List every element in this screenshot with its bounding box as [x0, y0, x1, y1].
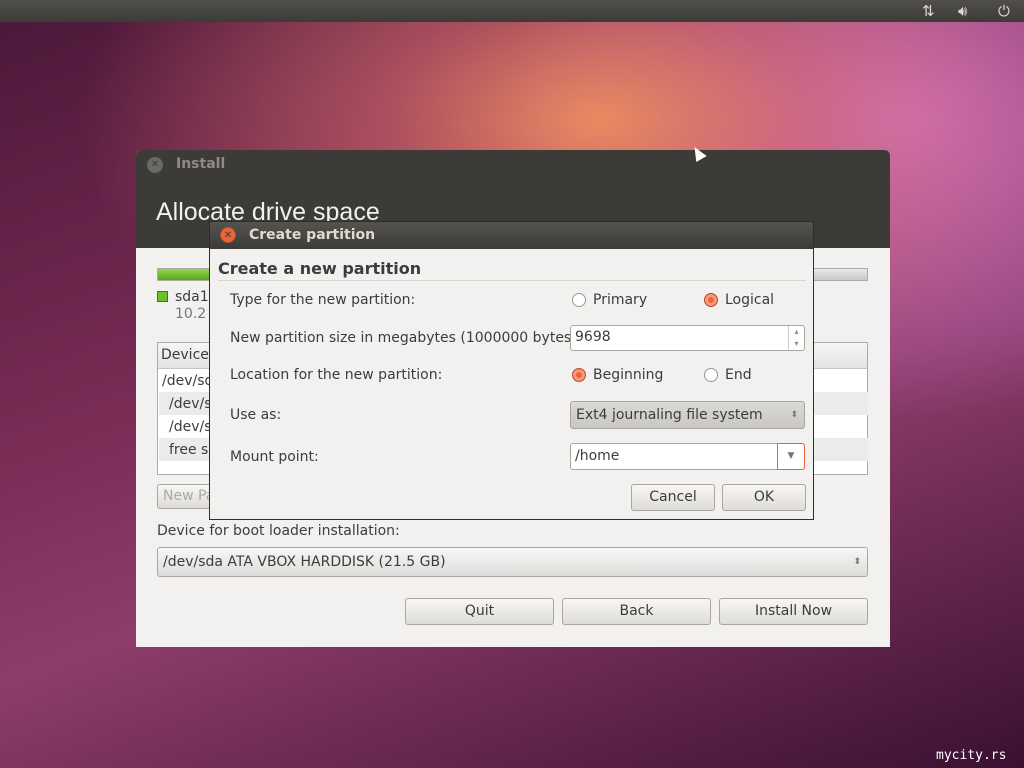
- size-input[interactable]: 9698 ▴ ▾: [570, 325, 805, 351]
- network-icon[interactable]: ⇅: [922, 2, 935, 20]
- mount-point-combo[interactable]: /home ▼: [570, 443, 805, 470]
- beginning-radio[interactable]: [572, 368, 586, 382]
- legend-swatch: [157, 291, 168, 302]
- location-label: Location for the new partition:: [230, 367, 443, 383]
- dialog-title: Create partition: [249, 227, 376, 243]
- quit-button[interactable]: Quit: [405, 598, 554, 625]
- create-partition-dialog: ✕ Create partition Create a new partitio…: [209, 221, 814, 520]
- primary-radio[interactable]: [572, 293, 586, 307]
- type-label: Type for the new partition:: [230, 292, 416, 308]
- mount-label: Mount point:: [230, 449, 319, 465]
- top-panel: ⇅ 🔊︎ ⏻: [0, 0, 1024, 22]
- dropdown-arrow-icon[interactable]: ▼: [777, 443, 805, 470]
- use-as-select[interactable]: Ext4 journaling file system ⬍: [570, 401, 805, 429]
- cancel-button[interactable]: Cancel: [631, 484, 715, 511]
- logical-radio[interactable]: [704, 293, 718, 307]
- mount-value: /home: [575, 448, 620, 464]
- boot-loader-label: Device for boot loader installation:: [157, 523, 400, 539]
- use-as-label: Use as:: [230, 407, 282, 423]
- watermark: mycity.rs: [936, 748, 1007, 763]
- spinner-arrows-icon: ⬍: [853, 557, 861, 567]
- legend-name: sda1: [175, 289, 209, 305]
- boot-device-value: /dev/sda ATA VBOX HARDDISK (21.5 GB): [163, 554, 446, 570]
- power-icon[interactable]: ⏻: [998, 2, 1010, 20]
- end-label[interactable]: End: [725, 367, 752, 383]
- divider: [218, 280, 806, 281]
- close-icon[interactable]: ✕: [220, 227, 236, 243]
- install-now-button[interactable]: Install Now: [719, 598, 868, 625]
- back-button[interactable]: Back: [562, 598, 711, 625]
- size-label: New partition size in megabytes (1000000…: [230, 330, 582, 346]
- use-as-value: Ext4 journaling file system: [576, 407, 763, 423]
- close-icon[interactable]: ✕: [147, 157, 163, 173]
- size-value: 9698: [575, 329, 611, 345]
- boot-device-select[interactable]: /dev/sda ATA VBOX HARDDISK (21.5 GB) ⬍: [157, 547, 868, 577]
- spin-button[interactable]: ▴ ▾: [788, 326, 804, 350]
- dialog-heading: Create a new partition: [218, 259, 422, 278]
- volume-icon[interactable]: 🔊︎: [958, 2, 967, 20]
- spinner-arrows-icon: ⬍: [790, 410, 798, 420]
- beginning-label[interactable]: Beginning: [593, 367, 663, 383]
- end-radio[interactable]: [704, 368, 718, 382]
- primary-label[interactable]: Primary: [593, 292, 647, 308]
- ok-button[interactable]: OK: [722, 484, 806, 511]
- window-title: Install: [176, 156, 226, 172]
- logical-label[interactable]: Logical: [725, 292, 774, 308]
